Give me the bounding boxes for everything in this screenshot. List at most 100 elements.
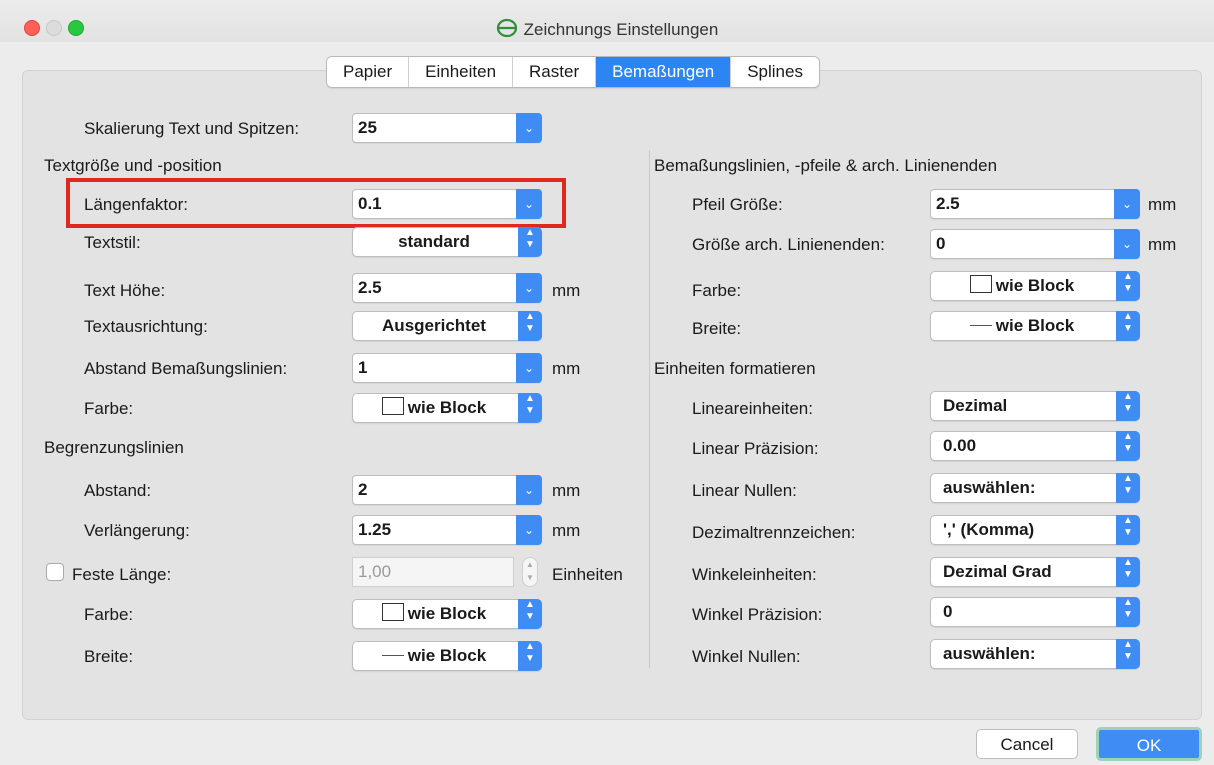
arrow-size-combo[interactable]: 2.5 ⌄ (930, 189, 1140, 219)
arrow-color-popup[interactable]: wie Block ▲ ▼ (930, 271, 1140, 301)
linear-zeros-popup[interactable]: auswählen: ▲ ▼ (930, 473, 1140, 503)
line-width-icon (381, 655, 404, 656)
updown-chevron-icon: ▲ ▼ (1116, 271, 1140, 301)
line-width-icon (969, 325, 992, 326)
dim-line-gap-label: Abstand Bemaßungslinien: (84, 359, 288, 378)
updown-chevron-icon: ▲ ▼ (1116, 639, 1140, 669)
dim-line-gap-unit: mm (552, 359, 581, 378)
extension-combo[interactable]: 1.25 ⌄ (352, 515, 542, 545)
angle-zeros-value: auswählen: (943, 644, 1036, 663)
angle-units-label: Winkeleinheiten: (692, 565, 817, 584)
arch-size-unit: mm (1148, 235, 1177, 254)
settings-window: Zeichnungs Einstellungen Papier Einheite… (0, 0, 1214, 765)
updown-chevron-icon: ▲ ▼ (518, 311, 542, 341)
extension-label: Verlängerung: (84, 521, 190, 540)
window-title-area: Zeichnungs Einstellungen (0, 18, 1214, 43)
fixed-length-input[interactable]: 1,00 (352, 557, 514, 587)
tab-papier[interactable]: Papier (327, 57, 410, 87)
chevron-down-icon[interactable]: ⌄ (516, 515, 542, 545)
linear-units-label: Lineareinheiten: (692, 399, 813, 418)
angle-units-value: Dezimal Grad (943, 562, 1052, 581)
arrow-width-label: Breite: (692, 319, 742, 338)
tab-raster[interactable]: Raster (513, 57, 597, 87)
chevron-down-icon[interactable]: ⌄ (516, 475, 542, 505)
linear-precision-value: 0.00 (943, 436, 977, 455)
format-section-title: Einheiten formatieren (654, 359, 816, 378)
title-bar: Zeichnungs Einstellungen (0, 0, 1214, 42)
color-swatch-icon (969, 275, 992, 293)
column-divider (649, 150, 650, 668)
scale-combo[interactable]: 25 ⌄ (352, 113, 542, 143)
angle-units-popup[interactable]: Dezimal Grad ▲ ▼ (930, 557, 1140, 587)
ok-button[interactable]: OK (1096, 727, 1202, 761)
arrow-size-value: 2.5 (936, 194, 960, 213)
text-height-unit: mm (552, 281, 581, 300)
text-style-value: standard (398, 232, 470, 251)
chevron-down-icon[interactable]: ⌄ (1114, 229, 1140, 259)
ext-width-label: Breite: (84, 647, 134, 666)
highlight-annotation (66, 178, 566, 228)
updown-chevron-icon: ▲ ▼ (1116, 311, 1140, 341)
linear-units-popup[interactable]: Dezimal ▲ ▼ (930, 391, 1140, 421)
angle-precision-value: 0 (943, 602, 953, 621)
scale-value: 25 (358, 118, 377, 137)
extension-unit: mm (552, 521, 581, 540)
arrow-size-unit: mm (1148, 195, 1177, 214)
arch-size-label: Größe arch. Linienenden: (692, 235, 885, 254)
text-color-popup[interactable]: wie Block ▲ ▼ (352, 393, 542, 423)
updown-chevron-icon: ▲ ▼ (1116, 597, 1140, 627)
arrow-color-label: Farbe: (692, 281, 742, 300)
tab-bar: Papier Einheiten Raster Bemaßungen Splin… (326, 56, 820, 88)
updown-chevron-icon: ▲ ▼ (518, 641, 542, 671)
arrow-width-popup[interactable]: wie Block ▲ ▼ (930, 311, 1140, 341)
cancel-button[interactable]: Cancel (976, 729, 1078, 759)
ext-section-title: Begrenzungslinien (44, 438, 184, 457)
dim-line-gap-combo[interactable]: 1 ⌄ (352, 353, 542, 383)
angle-zeros-popup[interactable]: auswählen: ▲ ▼ (930, 639, 1140, 669)
angle-precision-label: Winkel Präzision: (692, 605, 823, 624)
tab-bemassungen[interactable]: Bemaßungen (596, 57, 732, 87)
text-style-popup[interactable]: standard ▲ ▼ (352, 227, 542, 257)
fixed-length-stepper[interactable]: ▲ ▼ (522, 557, 538, 587)
arrow-color-value: wie Block (995, 276, 1075, 295)
ext-gap-unit: mm (552, 481, 581, 500)
updown-chevron-icon: ▲ ▼ (1116, 391, 1140, 421)
updown-chevron-icon: ▲ ▼ (518, 393, 542, 423)
tab-einheiten[interactable]: Einheiten (409, 57, 514, 87)
window-title: Zeichnungs Einstellungen (523, 20, 719, 39)
ext-width-popup[interactable]: wie Block ▲ ▼ (352, 641, 542, 671)
linear-precision-popup[interactable]: 0.00 ▲ ▼ (930, 431, 1140, 461)
angle-zeros-label: Winkel Nullen: (692, 647, 801, 666)
linear-precision-label: Linear Präzision: (692, 439, 819, 458)
updown-chevron-icon: ▲ ▼ (518, 227, 542, 257)
chevron-down-icon[interactable]: ⌄ (516, 113, 542, 143)
decimal-sep-popup[interactable]: ',' (Komma) ▲ ▼ (930, 515, 1140, 545)
fixed-length-checkbox[interactable] (46, 563, 64, 581)
fixed-length-value: 1,00 (358, 562, 392, 581)
arch-size-combo[interactable]: 0 ⌄ (930, 229, 1140, 259)
text-height-combo[interactable]: 2.5 ⌄ (352, 273, 542, 303)
text-section-title: Textgröße und -position (44, 156, 222, 175)
dim-line-gap-value: 1 (358, 358, 368, 377)
updown-chevron-icon: ▲ ▼ (1116, 515, 1140, 545)
app-logo-icon (496, 18, 518, 43)
text-color-label: Farbe: (84, 399, 134, 418)
angle-precision-popup[interactable]: 0 ▲ ▼ (930, 597, 1140, 627)
alignment-popup[interactable]: Ausgerichtet ▲ ▼ (352, 311, 542, 341)
extension-value: 1.25 (358, 520, 392, 539)
linear-zeros-value: auswählen: (943, 478, 1036, 497)
text-color-value: wie Block (407, 398, 487, 417)
ext-color-label: Farbe: (84, 605, 134, 624)
chevron-down-icon[interactable]: ⌄ (516, 353, 542, 383)
ext-gap-combo[interactable]: 2 ⌄ (352, 475, 542, 505)
text-height-value: 2.5 (358, 278, 382, 297)
decimal-sep-value: ',' (Komma) (943, 520, 1035, 539)
alignment-value: Ausgerichtet (382, 316, 486, 335)
tab-splines[interactable]: Splines (731, 57, 819, 87)
alignment-label: Textausrichtung: (84, 317, 208, 336)
chevron-down-icon[interactable]: ⌄ (516, 273, 542, 303)
chevron-down-icon[interactable]: ⌄ (1114, 189, 1140, 219)
ext-color-value: wie Block (407, 604, 487, 623)
ext-color-popup[interactable]: wie Block ▲ ▼ (352, 599, 542, 629)
fixed-length-unit: Einheiten (552, 565, 623, 584)
